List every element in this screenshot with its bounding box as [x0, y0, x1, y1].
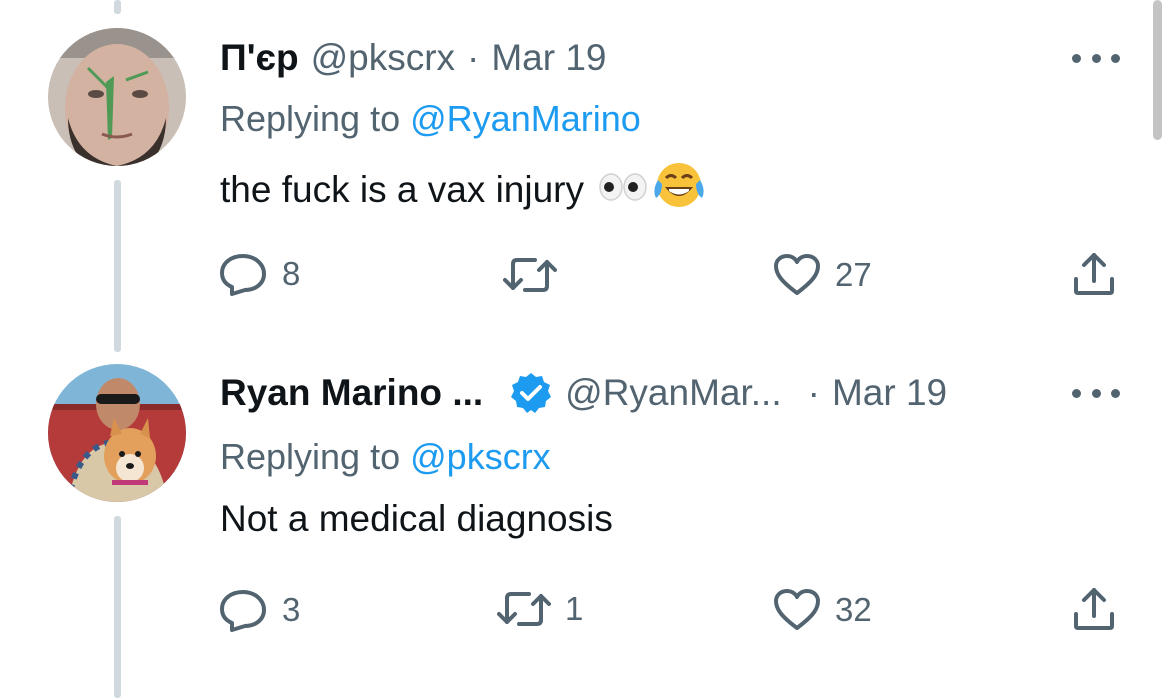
replying-mention[interactable]: @RyanMarino [410, 98, 641, 139]
like-count: 27 [835, 256, 872, 293]
display-name[interactable]: Ryan Marino ... [220, 372, 483, 414]
tweet-date[interactable]: Mar 19 [491, 37, 606, 79]
replying-mention[interactable]: @pkscrx [410, 436, 551, 477]
tweet-header: Π'єр @pkscrx · Mar 19 [220, 33, 607, 83]
avatar[interactable] [48, 28, 186, 166]
more-icon[interactable] [1072, 383, 1120, 403]
retweet-icon [497, 590, 551, 628]
verified-badge-icon [509, 371, 553, 415]
eyes-emoji-icon [598, 169, 648, 211]
share-button[interactable] [1072, 586, 1116, 632]
tweet-1[interactable]: Π'єр @pkscrx · Mar 19 Replying to @RyanM… [0, 0, 1170, 340]
tweet-header: Ryan Marino ... @RyanMar... · Mar 19 [220, 368, 947, 418]
handle[interactable]: @pkscrx [311, 37, 455, 79]
retweet-count: 1 [565, 590, 584, 627]
reply-icon [218, 588, 268, 632]
reply-button[interactable]: 3 [218, 588, 300, 632]
replying-prefix: Replying to [220, 436, 401, 477]
separator: · [807, 372, 820, 413]
tweet-text-content: Not a medical diagnosis [220, 498, 613, 539]
tweet-text: the fuck is a vax injury [220, 160, 706, 219]
tears-of-joy-emoji-icon [652, 160, 706, 219]
retweet-button[interactable] [503, 256, 557, 294]
separator: · [467, 37, 480, 78]
reply-button[interactable]: 8 [218, 252, 300, 296]
replying-prefix: Replying to [220, 98, 401, 139]
handle[interactable]: @RyanMar... [565, 372, 781, 414]
avatar[interactable] [48, 364, 186, 502]
tweet-text: Not a medical diagnosis [220, 498, 613, 540]
more-icon[interactable] [1072, 48, 1120, 68]
like-button[interactable]: 27 [773, 253, 872, 297]
tweet-text-content: the fuck is a vax injury [220, 168, 584, 210]
tweet-2[interactable]: Ryan Marino ... @RyanMar... · Mar 19 Rep… [0, 340, 1170, 698]
like-button[interactable]: 32 [773, 588, 872, 632]
tweet-date[interactable]: Mar 19 [832, 372, 947, 414]
share-icon [1072, 586, 1116, 632]
reply-count: 8 [282, 255, 301, 292]
retweet-icon [503, 256, 557, 294]
reply-count: 3 [282, 591, 301, 628]
like-icon [773, 588, 821, 632]
display-name[interactable]: Π'єр [220, 37, 299, 79]
replying-to: Replying to @RyanMarino [220, 98, 641, 140]
like-count: 32 [835, 591, 872, 628]
retweet-button[interactable]: 1 [497, 590, 583, 628]
share-icon [1072, 251, 1116, 297]
replying-to: Replying to @pkscrx [220, 436, 551, 478]
share-button[interactable] [1072, 251, 1116, 297]
reply-icon [218, 252, 268, 296]
like-icon [773, 253, 821, 297]
